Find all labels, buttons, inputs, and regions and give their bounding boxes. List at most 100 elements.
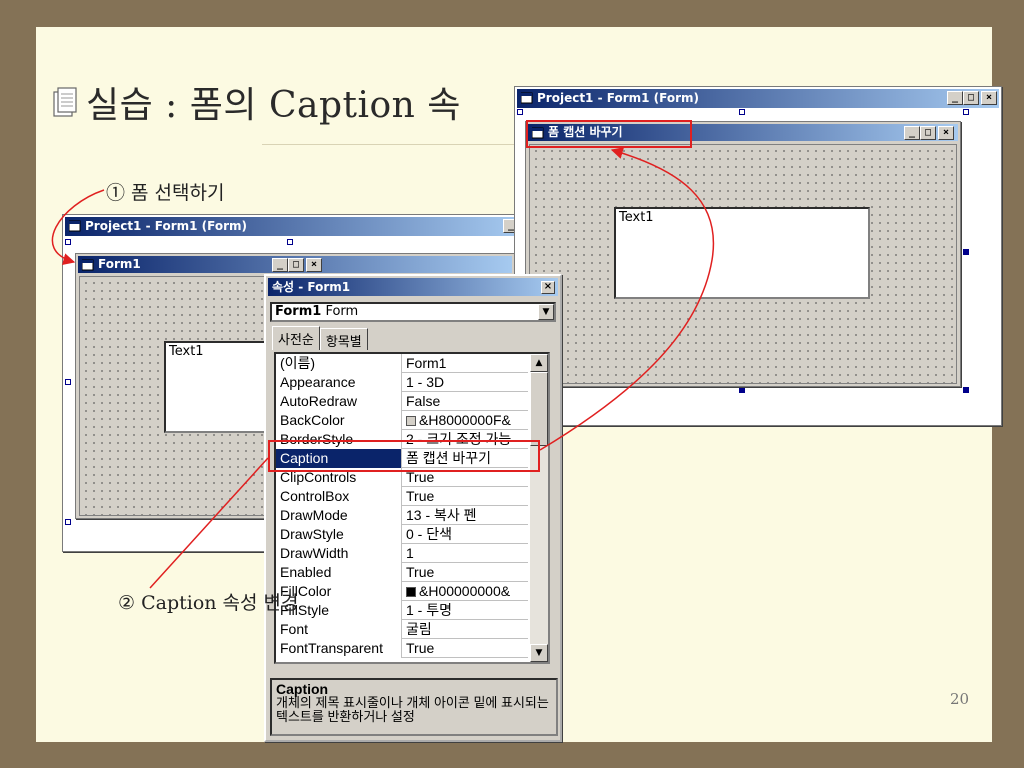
property-value[interactable]: &H8000000F&: [403, 411, 528, 430]
selection-handle[interactable]: [739, 109, 745, 115]
step1-label: ① 폼 선택하기: [106, 182, 225, 204]
selection-handle[interactable]: [65, 519, 71, 525]
dropdown-arrow-icon[interactable]: ▼: [538, 304, 554, 320]
color-swatch: [406, 416, 416, 426]
right-form-window[interactable]: 폼 캡션 바꾸기 _ □ × Text1: [525, 121, 961, 387]
property-name: BackColor: [276, 411, 402, 430]
properties-titlebar[interactable]: 속성 - Form1 ×: [268, 278, 558, 296]
property-row[interactable]: (이름) Form1: [276, 354, 528, 373]
property-value-text: 굴림: [406, 621, 432, 637]
properties-window[interactable]: 속성 - Form1 × Form1 Form ▼ 사전순 항목별 FontTr…: [264, 274, 562, 742]
property-value[interactable]: False: [403, 392, 528, 411]
property-value[interactable]: 13 - 복사 펜: [403, 506, 528, 525]
right-form-canvas[interactable]: Text1: [529, 144, 957, 384]
object-selector[interactable]: Form1 Form ▼: [270, 302, 556, 322]
property-value[interactable]: True: [403, 563, 528, 582]
object-name: Form1: [275, 304, 322, 319]
property-row[interactable]: AutoRedraw False: [276, 392, 528, 411]
selection-handle[interactable]: [287, 239, 293, 245]
left-project-title: Project1 - Form1 (Form): [85, 219, 247, 233]
right-text1-textbox[interactable]: Text1: [614, 207, 870, 299]
left-form-buttons: _ □ ×: [272, 258, 322, 272]
selection-handle[interactable]: [65, 239, 71, 245]
property-row[interactable]: FillStyle 1 - 투명: [276, 601, 528, 620]
property-row[interactable]: BackColor &H8000000F&: [276, 411, 528, 430]
property-value-text: 1 - 투명: [406, 602, 452, 618]
property-value-text: True: [406, 640, 435, 656]
description-title: Caption: [276, 681, 329, 697]
property-name: Enabled: [276, 563, 402, 582]
caption-highlight-box: [526, 120, 692, 148]
property-row[interactable]: ControlBox True: [276, 487, 528, 506]
property-value[interactable]: 1 - 투명: [403, 601, 528, 620]
slide-title: 실습 : 폼의 Caption 속: [52, 76, 461, 128]
selection-handle[interactable]: [963, 387, 969, 393]
scroll-thumb[interactable]: [530, 372, 548, 446]
minimize-icon[interactable]: _: [904, 126, 920, 140]
property-value-text: 13 - 복사 펜: [406, 507, 477, 523]
tab-alphabetic[interactable]: 사전순: [272, 326, 320, 350]
property-name: Font: [276, 620, 402, 639]
property-name: DrawStyle: [276, 525, 402, 544]
right-form-buttons: _ □ ×: [904, 126, 954, 140]
property-value[interactable]: True: [403, 639, 528, 658]
property-value[interactable]: 1 - 3D: [403, 373, 528, 392]
close-icon[interactable]: ×: [938, 126, 954, 140]
property-name: DrawWidth: [276, 544, 402, 563]
property-value[interactable]: True: [403, 487, 528, 506]
title-divider: [262, 144, 520, 145]
close-icon[interactable]: ×: [306, 258, 322, 272]
maximize-icon[interactable]: □: [963, 91, 979, 105]
property-row[interactable]: FontTransparent True: [276, 639, 528, 658]
scroll-down-icon[interactable]: ▼: [530, 644, 548, 662]
selection-handle[interactable]: [517, 109, 523, 115]
property-row[interactable]: FillColor &H00000000&: [276, 582, 528, 601]
object-type: Form: [325, 304, 359, 319]
left-project-titlebar[interactable]: Project1 - Form1 (Form) _: [65, 217, 521, 236]
caption-row-highlight: [268, 440, 540, 472]
property-row[interactable]: DrawMode 13 - 복사 펜: [276, 506, 528, 525]
property-row[interactable]: DrawStyle 0 - 단색: [276, 525, 528, 544]
minimize-icon[interactable]: _: [947, 91, 963, 105]
property-value[interactable]: 굴림: [403, 620, 528, 639]
selection-handle[interactable]: [65, 379, 71, 385]
property-row[interactable]: Font 굴림: [276, 620, 528, 639]
close-icon[interactable]: ×: [981, 91, 997, 105]
property-value[interactable]: 0 - 단색: [403, 525, 528, 544]
right-project-titlebar[interactable]: Project1 - Form1 (Form) _ □ ×: [517, 89, 999, 108]
slide-title-text: 실습 : 폼의 Caption 속: [86, 85, 461, 126]
form-icon: [521, 92, 533, 104]
property-row[interactable]: DrawWidth 1: [276, 544, 528, 563]
property-row[interactable]: Appearance 1 - 3D: [276, 373, 528, 392]
maximize-icon[interactable]: □: [288, 258, 304, 272]
property-value-text: Form1: [406, 355, 447, 371]
property-value-text: &H00000000&: [419, 583, 511, 599]
minimize-icon[interactable]: _: [272, 258, 288, 272]
property-value[interactable]: 1: [403, 544, 528, 563]
left-form-titlebar[interactable]: Form1 _ □ ×: [78, 256, 512, 273]
property-description: Caption 개체의 제목 표시줄이나 개체 아이콘 밑에 표시되는 텍스트를…: [270, 678, 558, 736]
selection-handle[interactable]: [963, 109, 969, 115]
property-value[interactable]: Form1: [403, 354, 528, 373]
property-value-text: &H8000000F&: [419, 412, 511, 428]
selection-handle[interactable]: [739, 387, 745, 393]
property-value[interactable]: &H00000000&: [403, 582, 528, 601]
property-value-text: 1 - 3D: [406, 374, 445, 390]
property-grid[interactable]: FontTransparent True Font 굴림 FillStyle 1 - 투명…: [274, 352, 550, 664]
property-value-text: True: [406, 488, 435, 504]
tab-categorized[interactable]: 항목별: [319, 328, 368, 350]
color-swatch: [406, 587, 416, 597]
property-name: (이름): [276, 354, 402, 373]
property-name: DrawMode: [276, 506, 402, 525]
property-grid-scrollbar[interactable]: ▲ ▼: [530, 354, 548, 662]
step2-label: ② Caption 속성 변경: [118, 592, 299, 614]
maximize-icon[interactable]: □: [920, 126, 936, 140]
properties-title: 속성 - Form1: [272, 280, 351, 294]
scroll-up-icon[interactable]: ▲: [530, 354, 548, 372]
document-icon: [53, 87, 77, 117]
properties-tabs: 사전순 항목별: [272, 326, 368, 350]
selection-handle[interactable]: [963, 249, 969, 255]
close-icon[interactable]: ×: [541, 281, 555, 294]
form-icon: [82, 259, 94, 271]
property-row[interactable]: Enabled True: [276, 563, 528, 582]
